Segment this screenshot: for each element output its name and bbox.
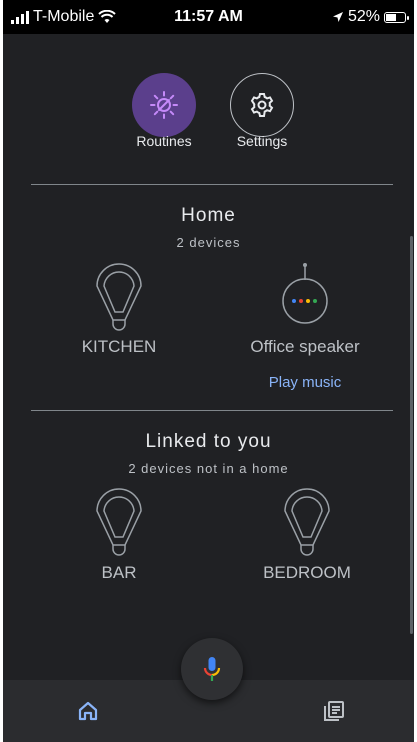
nav-home-button[interactable] <box>77 700 99 727</box>
gear-icon <box>250 93 274 117</box>
device-label-office-speaker[interactable]: Office speaker <box>225 337 385 357</box>
divider-top <box>31 184 393 185</box>
nav-feed-button[interactable] <box>322 699 346 728</box>
light-bulb-icon[interactable] <box>282 487 332 562</box>
location-arrow-icon <box>332 12 343 22</box>
mic-icon <box>203 657 221 681</box>
linked-subtitle: 2 devices not in a home <box>128 461 289 476</box>
device-label-kitchen[interactable]: KITCHEN <box>39 337 199 357</box>
settings-button[interactable] <box>230 73 294 137</box>
scrollbar[interactable] <box>410 236 413 634</box>
feed-icon <box>324 701 344 721</box>
routines-label[interactable]: Routines <box>109 133 219 149</box>
mic-button[interactable] <box>181 638 243 700</box>
app-screen: T-Mobile 11:57 AM 52% Routines Settings … <box>3 0 414 742</box>
speaker-icon[interactable] <box>278 262 332 331</box>
settings-label[interactable]: Settings <box>207 133 317 149</box>
status-bar: T-Mobile 11:57 AM 52% <box>3 0 414 34</box>
linked-title: Linked to you <box>145 431 272 452</box>
home-subtitle: 2 devices <box>176 235 241 250</box>
divider-middle <box>31 410 393 411</box>
routines-sun-icon <box>150 91 178 119</box>
light-bulb-icon[interactable] <box>94 487 144 562</box>
device-label-bar[interactable]: BAR <box>39 563 199 583</box>
battery-percent: 52% <box>347 8 380 25</box>
light-bulb-icon[interactable] <box>94 262 144 337</box>
device-label-bedroom[interactable]: BEDROOM <box>227 563 387 583</box>
home-icon <box>78 701 98 721</box>
home-title: Home <box>181 205 236 226</box>
play-music-link[interactable]: Play music <box>225 374 385 391</box>
routines-button[interactable] <box>132 73 196 137</box>
battery-icon <box>384 11 409 23</box>
status-right: 52% <box>332 8 409 26</box>
